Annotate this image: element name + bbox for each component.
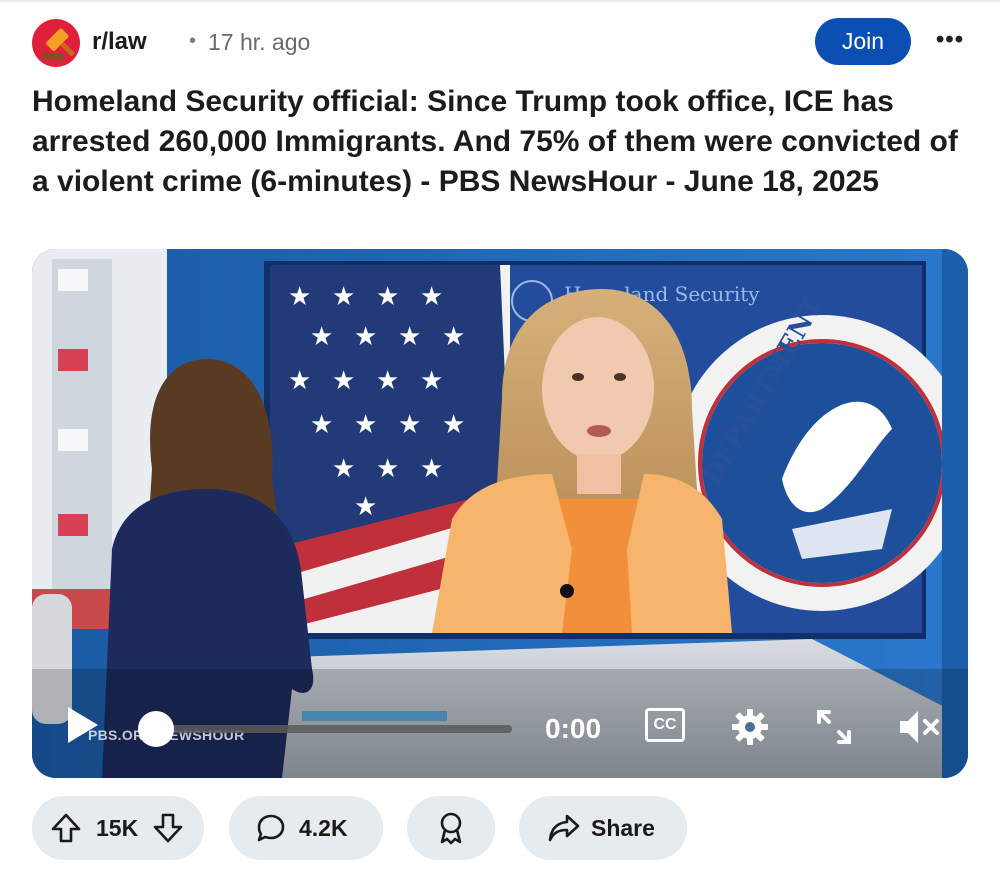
svg-text:★: ★: [310, 322, 333, 352]
svg-text:★: ★: [420, 454, 443, 484]
svg-text:★: ★: [376, 454, 399, 484]
video-frame: ★ ★ ★ ★ ★ ★ ★ ★ ★ ★ ★ ★ ★ ★ ★ ★ ★ ★ ★ ★ Homeland Secur…: [32, 249, 968, 778]
upvote-icon[interactable]: [50, 812, 82, 844]
video-player[interactable]: ★ ★ ★ ★ ★ ★ ★ ★ ★ ★ ★ ★ ★ ★ ★ ★ ★ ★ ★ ★ Homeland Secur…: [32, 249, 968, 778]
svg-text:★: ★: [354, 322, 377, 352]
svg-text:★: ★: [288, 366, 311, 396]
svg-text:★: ★: [288, 282, 311, 312]
svg-text:★: ★: [420, 366, 443, 396]
share-button[interactable]: Share: [519, 796, 687, 860]
comment-icon: [257, 814, 285, 842]
comment-count: 4.2K: [299, 814, 348, 841]
meta-separator: •: [189, 30, 197, 52]
join-button[interactable]: Join: [815, 18, 911, 65]
share-icon: [548, 814, 580, 842]
expand-icon[interactable]: [815, 708, 853, 746]
svg-text:★: ★: [332, 366, 355, 396]
svg-text:★: ★: [332, 282, 355, 312]
svg-text:★: ★: [420, 282, 443, 312]
svg-text:★: ★: [398, 410, 421, 440]
svg-text:★: ★: [354, 410, 377, 440]
svg-text:★: ★: [354, 492, 377, 522]
svg-text:★: ★: [376, 282, 399, 312]
gavel-icon: [42, 28, 75, 59]
vote-bar: 15K: [32, 796, 204, 860]
video-time: 0:00: [545, 713, 602, 744]
mute-icon[interactable]: [898, 707, 940, 747]
more-options-button[interactable]: •••: [930, 22, 970, 62]
downvote-icon[interactable]: [152, 812, 184, 844]
post-age: 17 hr. ago: [208, 29, 311, 55]
subreddit-name[interactable]: r/law: [92, 28, 147, 56]
svg-text:★: ★: [442, 322, 465, 352]
share-label: Share: [591, 814, 655, 841]
subreddit-avatar[interactable]: [32, 19, 80, 67]
svg-text:★: ★: [376, 366, 399, 396]
post-header: r/law • 17 hr. ago Join •••: [32, 18, 970, 67]
comments-button[interactable]: 4.2K: [229, 796, 383, 860]
top-divider: [0, 0, 1000, 2]
award-button[interactable]: [407, 796, 495, 860]
cc-icon[interactable]: CC: [645, 708, 685, 742]
post-title[interactable]: Homeland Security official: Since Trump …: [32, 82, 962, 202]
svg-text:★: ★: [310, 410, 333, 440]
progress-scrubber[interactable]: [138, 711, 174, 747]
award-icon: [440, 812, 462, 845]
gear-icon[interactable]: [730, 707, 770, 747]
post-actions: 15K 4.2K Share: [32, 796, 968, 860]
svg-text:★: ★: [442, 410, 465, 440]
upvote-count: 15K: [96, 814, 139, 841]
progress-bar[interactable]: [152, 725, 512, 733]
svg-text:★: ★: [398, 322, 421, 352]
svg-text:★: ★: [332, 454, 355, 484]
